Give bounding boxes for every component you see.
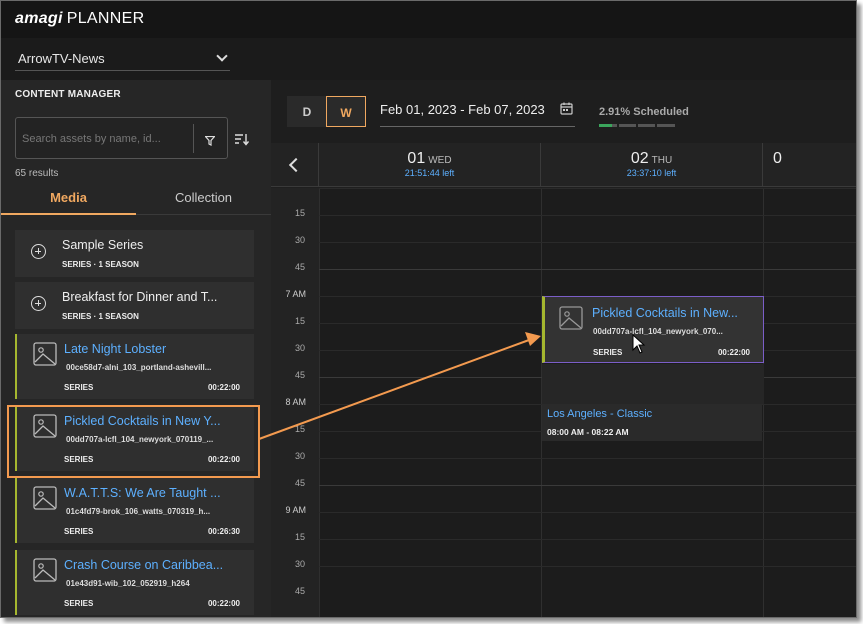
- app-logo: amagi PLANNER: [15, 10, 145, 27]
- scheduled-percent: 2.91% Scheduled: [599, 106, 689, 118]
- top-bar: amagi PLANNER: [1, 1, 856, 38]
- plus-circle-icon[interactable]: [31, 244, 46, 259]
- channel-select-value: ArrowTV-News: [18, 51, 105, 66]
- time-label: 7 AM: [285, 289, 306, 299]
- search-input[interactable]: [22, 130, 182, 148]
- time-label: 15: [294, 208, 305, 218]
- drop-target-shadow: [542, 364, 764, 404]
- time-label: 15: [294, 424, 305, 434]
- item-duration: 00:26:30: [207, 527, 240, 536]
- scheduled-event-block[interactable]: Los Angeles - Classic 08:00 AM - 08:22 A…: [542, 404, 762, 441]
- list-item[interactable]: Pickled Cocktails in New Y... 00dd707a-l…: [15, 406, 254, 471]
- time-label: 15: [294, 316, 305, 326]
- event-title: Los Angeles - Classic: [547, 408, 653, 420]
- week-view-button[interactable]: W: [326, 96, 366, 127]
- plus-circle-icon[interactable]: [31, 296, 46, 311]
- event-title: Pickled Cocktails in New...: [592, 306, 738, 320]
- time-label: 45: [294, 262, 305, 272]
- results-count: 65 results: [15, 168, 59, 179]
- item-meta: SERIES · 1 SEASON: [62, 260, 139, 269]
- search-divider: [193, 124, 194, 153]
- image-icon: [559, 306, 583, 335]
- date-range-picker[interactable]: Feb 01, 2023 - Feb 07, 2023: [380, 102, 575, 127]
- event-kind: SERIES: [593, 348, 623, 357]
- grid-line: [319, 458, 856, 459]
- channel-select[interactable]: ArrowTV-News: [15, 46, 230, 71]
- grid-line: [319, 485, 856, 486]
- item-filename: 00ce58d7-alni_103_portland-ashevill...: [66, 363, 212, 372]
- grid-line: [319, 188, 856, 189]
- app-window: amagi PLANNER ArrowTV-News CONTENT MANAGE…: [0, 0, 857, 618]
- item-title: Sample Series: [62, 238, 144, 252]
- time-label: 45: [294, 370, 305, 380]
- item-title[interactable]: W.A.T.T.S: We Are Taught ...: [64, 486, 234, 500]
- list-item[interactable]: Sample Series SERIES · 1 SEASON: [15, 230, 254, 277]
- item-duration: 00:22:00: [207, 383, 240, 392]
- image-icon: [33, 414, 57, 443]
- event-duration: 00:22:00: [717, 348, 750, 357]
- grid-line: [319, 215, 856, 216]
- event-time: 08:00 AM - 08:22 AM: [547, 427, 629, 437]
- scheduled-progress-bar: [599, 124, 675, 127]
- item-filename: 01c4fd79-brok_106_watts_070319_h...: [66, 507, 211, 516]
- list-item[interactable]: Breakfast for Dinner and T... SERIES · 1…: [15, 282, 254, 329]
- time-label: 30: [294, 559, 305, 569]
- list-item[interactable]: Crash Course on Caribbea... 01e43d91-wib…: [15, 550, 254, 615]
- tab-collection[interactable]: Collection: [136, 190, 271, 205]
- item-duration: 00:22:00: [207, 455, 240, 464]
- time-label: 45: [294, 586, 305, 596]
- time-label: 15: [294, 532, 305, 542]
- item-kind: SERIES: [64, 383, 94, 392]
- calendar-icon[interactable]: [560, 102, 573, 120]
- content-manager-panel: CONTENT MANAGER 65 results Media Collect…: [1, 80, 271, 617]
- active-tab-underline: [1, 213, 136, 215]
- image-icon: [33, 342, 57, 371]
- chevron-down-icon: [216, 50, 228, 62]
- time-label: 8 AM: [285, 397, 306, 407]
- filter-icon[interactable]: [204, 133, 216, 151]
- grid-line: [319, 539, 856, 540]
- item-kind: SERIES: [64, 455, 94, 464]
- grid-line: [319, 566, 856, 567]
- time-label: 45: [294, 478, 305, 488]
- time-label: 9 AM: [285, 505, 306, 515]
- tab-media[interactable]: Media: [1, 190, 136, 205]
- grid-line: [319, 512, 856, 513]
- channel-row: ArrowTV-News: [1, 38, 856, 80]
- search-box: [15, 117, 228, 159]
- item-title[interactable]: Late Night Lobster: [64, 342, 234, 356]
- media-tabs: Media Collection: [1, 182, 271, 215]
- item-filename: 01e43d91-wib_102_052919_h264: [66, 579, 190, 588]
- time-label: 30: [294, 343, 305, 353]
- time-gutter: 15 30 45 7 AM 15 30 45 8 AM 15 30 45 9 AM 15 30 45: [271, 188, 319, 617]
- image-icon: [33, 486, 57, 515]
- list-item[interactable]: W.A.T.T.S: We Are Taught ... 01c4fd79-br…: [15, 478, 254, 543]
- item-duration: 00:22:00: [207, 599, 240, 608]
- day-view-button[interactable]: D: [287, 96, 327, 127]
- grid-line: [319, 242, 856, 243]
- item-title: Breakfast for Dinner and T...: [62, 290, 218, 304]
- day-column-header: 02 THU 23:37:10 left: [541, 143, 763, 187]
- dragged-event-block[interactable]: Pickled Cocktails in New... 00dd707a-lcf…: [542, 296, 764, 363]
- grid-line: [319, 269, 856, 270]
- image-icon: [33, 558, 57, 587]
- sort-icon[interactable]: [235, 133, 250, 151]
- item-filename: 00dd707a-lcfl_104_newyork_070119_...: [66, 435, 214, 444]
- item-title[interactable]: Crash Course on Caribbea...: [64, 558, 234, 572]
- content-manager-title: CONTENT MANAGER: [15, 89, 121, 100]
- scheduled-progress-fill: [599, 124, 613, 127]
- item-meta: SERIES · 1 SEASON: [62, 312, 139, 321]
- item-kind: SERIES: [64, 599, 94, 608]
- day-column-header: 01 WED 21:51:44 left: [319, 143, 541, 187]
- planner-toolbar: D W Feb 01, 2023 - Feb 07, 2023 2.91% Sc…: [271, 80, 856, 143]
- list-item[interactable]: Late Night Lobster 00ce58d7-alni_103_por…: [15, 334, 254, 399]
- day-header-row: 01 WED 21:51:44 left 02 THU 23:37:10 left …: [271, 143, 856, 187]
- day-column-header: 0: [773, 150, 782, 167]
- item-title[interactable]: Pickled Cocktails in New Y...: [64, 414, 234, 428]
- time-label: 30: [294, 235, 305, 245]
- time-label: 30: [294, 451, 305, 461]
- event-filename: 00dd707a-lcfl_104_newyork_070...: [593, 327, 723, 336]
- item-kind: SERIES: [64, 527, 94, 536]
- previous-week-button[interactable]: [271, 143, 319, 187]
